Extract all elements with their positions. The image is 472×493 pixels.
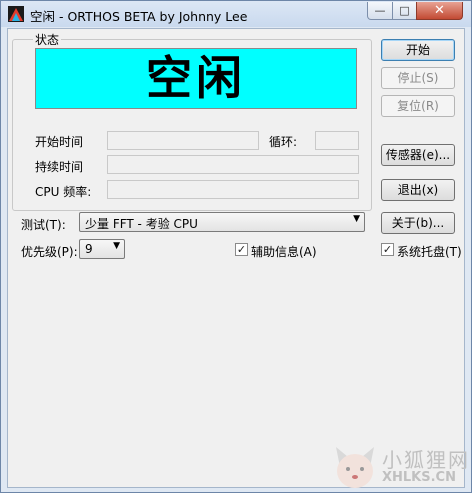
start-button[interactable]: 开始	[381, 39, 455, 61]
priority-select-value: 9	[85, 242, 93, 256]
sensors-button[interactable]: 传感器(e)...	[381, 144, 455, 166]
orthos-app-icon	[8, 6, 24, 22]
status-display: 空闲	[35, 48, 357, 109]
system-tray-checkbox[interactable]: ✓	[381, 243, 394, 256]
status-group: 状态 空闲 开始时间 循环: 持续时间 CPU 频率:	[12, 31, 372, 211]
priority-select[interactable]: 9 ▼	[79, 239, 125, 259]
cpu-freq-label: CPU 频率:	[35, 185, 92, 199]
status-group-label: 状态	[33, 31, 62, 48]
test-select-value: 少量 FFT - 考验 CPU	[85, 217, 198, 231]
about-button[interactable]: 关于(b)...	[381, 212, 455, 234]
stop-button[interactable]: 停止(S)	[381, 67, 455, 89]
fox-logo-icon	[336, 447, 374, 488]
chevron-down-icon: ▼	[353, 214, 360, 224]
window-title: 空闲 - ORTHOS BETA by Johnny Lee	[30, 9, 248, 24]
watermark: 小狐狸网 XHLKS.CN	[324, 443, 469, 492]
app-window: 空闲 - ORTHOS BETA by Johnny Lee — □ ✕ 状态 …	[0, 0, 472, 493]
priority-label: 优先级(P):	[21, 245, 78, 259]
client-area: 状态 空闲 开始时间 循环: 持续时间 CPU 频率: 开始 停止(S) 复位(…	[7, 28, 465, 488]
aux-info-label[interactable]: 辅助信息(A)	[251, 243, 317, 260]
exit-button[interactable]: 退出(x)	[381, 179, 455, 201]
system-tray-label[interactable]: 系统托盘(T)	[397, 243, 462, 260]
cpu-freq-field	[107, 180, 359, 199]
test-label: 测试(T):	[21, 218, 66, 232]
duration-field	[107, 155, 359, 174]
maximize-button[interactable]: □	[392, 2, 417, 20]
watermark-domain: XHLKS.CN	[382, 470, 456, 485]
test-select[interactable]: 少量 FFT - 考验 CPU ▼	[79, 212, 365, 232]
loop-field	[315, 131, 359, 150]
start-time-field	[107, 131, 259, 150]
minimize-button[interactable]: —	[367, 2, 393, 20]
start-time-label: 开始时间	[35, 135, 84, 149]
aux-info-checkbox[interactable]: ✓	[235, 243, 248, 256]
title-bar[interactable]: 空闲 - ORTHOS BETA by Johnny Lee — □ ✕	[1, 1, 471, 27]
duration-label: 持续时间	[35, 160, 84, 174]
reset-button[interactable]: 复位(R)	[381, 95, 455, 117]
close-button[interactable]: ✕	[416, 2, 463, 20]
chevron-down-icon: ▼	[113, 241, 120, 251]
loop-label: 循环:	[269, 135, 298, 149]
watermark-text: 小狐狸网	[382, 448, 470, 472]
